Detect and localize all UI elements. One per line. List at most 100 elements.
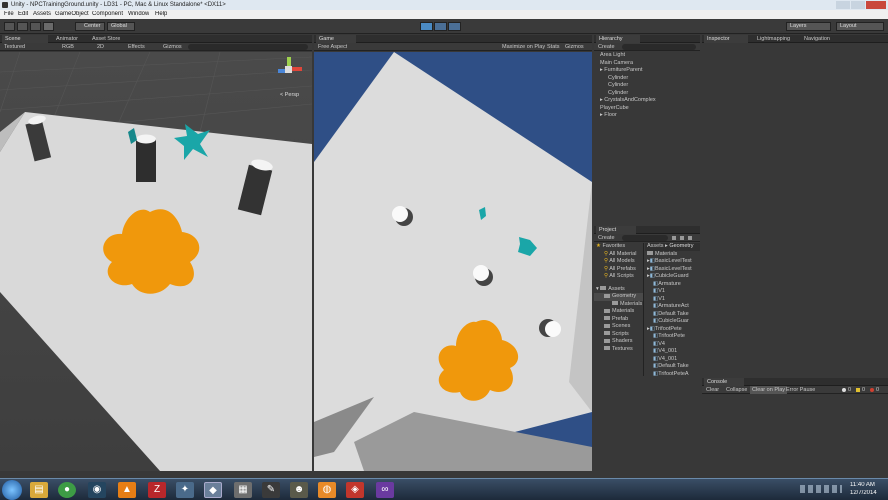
tray-icons[interactable] — [800, 485, 842, 493]
menu-assets[interactable]: Assets — [33, 11, 51, 17]
project-file-item[interactable]: ◧V1 — [645, 288, 700, 296]
scale-tool-button[interactable] — [43, 22, 54, 31]
hierarchy-item[interactable]: ▸ Floor — [594, 112, 700, 120]
project-file-item[interactable]: ▸◧CubicleGuard — [645, 273, 700, 281]
asset-folder-item[interactable]: Shaders — [594, 338, 643, 346]
steam-icon[interactable]: ◉ — [88, 482, 106, 498]
project-file-item[interactable]: Materials — [645, 251, 700, 259]
project-file-item[interactable]: ◧V4 — [645, 341, 700, 349]
tab-hierarchy[interactable]: Hierarchy — [596, 35, 640, 43]
favorites-header[interactable]: ★ Favorites — [594, 243, 643, 251]
menu-edit[interactable]: Edit — [18, 11, 28, 17]
git-icon[interactable]: ◈ — [346, 482, 364, 498]
pivot-center-button[interactable]: Center — [75, 22, 105, 31]
menu-help[interactable]: Help — [155, 11, 167, 17]
maximize-button[interactable] — [851, 1, 865, 9]
persp-label[interactable]: < Persp — [280, 92, 299, 98]
scene-search-field[interactable] — [188, 44, 308, 50]
pause-button[interactable] — [434, 22, 447, 31]
project-file-item[interactable]: ◧CubicleGuar — [645, 318, 700, 326]
effects-dropdown[interactable]: Effects — [128, 44, 145, 50]
maximize-on-play-toggle[interactable]: Maximize on Play — [502, 44, 545, 50]
project-file-item[interactable]: ◧V4_001 — [645, 356, 700, 364]
hierarchy-item[interactable]: ▸ CrystalsAndComplex — [594, 97, 700, 105]
close-button[interactable] — [866, 1, 886, 9]
layers-dropdown[interactable]: Layers — [786, 22, 831, 31]
2d-toggle[interactable]: 2D — [97, 44, 104, 50]
hierarchy-search-field[interactable] — [622, 44, 696, 50]
breadcrumb-geometry[interactable]: Geometry — [669, 243, 693, 249]
project-file-item[interactable]: ▸◧TrifootPete — [645, 326, 700, 334]
menu-gameobject[interactable]: GameObject — [55, 11, 89, 17]
project-file-item[interactable]: ◧V1 — [645, 296, 700, 304]
asset-folder-item[interactable]: Materials — [594, 301, 643, 309]
tab-inspector[interactable]: Inspector — [704, 35, 748, 43]
info-count[interactable]: 0 — [848, 387, 851, 393]
tab-game[interactable]: Game — [316, 35, 356, 43]
scene-gizmos-dropdown[interactable]: Gizmos — [163, 44, 182, 50]
console-clear-button[interactable]: Clear — [706, 387, 719, 393]
warning-count[interactable]: 0 — [862, 387, 865, 393]
breadcrumb-assets[interactable]: Assets — [647, 243, 664, 249]
lock-icon[interactable] — [672, 236, 676, 240]
menu-component[interactable]: Component — [92, 11, 123, 17]
inkscape-icon[interactable]: ✎ — [262, 482, 280, 498]
favorite-item[interactable]: ⚲ All Models — [594, 258, 643, 266]
clock-date[interactable]: 12/7/2014 — [850, 490, 877, 496]
menu-window[interactable]: Window — [128, 11, 149, 17]
console-clear-on-play-button[interactable]: Clear on Play — [750, 386, 788, 394]
grid-app-icon[interactable]: ▦ — [234, 482, 252, 498]
project-file-item[interactable]: ◧Default Take — [645, 363, 700, 371]
clock-time[interactable]: 11:40 AM — [850, 482, 875, 488]
project-file-item[interactable]: ◧V4_001 — [645, 348, 700, 356]
asset-folder-item[interactable]: Scripts — [594, 331, 643, 339]
hierarchy-item[interactable]: Area Light — [594, 52, 700, 60]
game-gizmos-dropdown[interactable]: Gizmos — [565, 44, 584, 50]
tab-navigation[interactable]: Navigation — [804, 36, 830, 42]
vlc-icon[interactable]: ▲ — [118, 482, 136, 498]
filezilla-icon[interactable]: Z — [148, 482, 166, 498]
project-search-field[interactable] — [622, 235, 668, 241]
asset-folder-item[interactable]: Prefab — [594, 316, 643, 324]
step-button[interactable] — [448, 22, 461, 31]
explorer-icon[interactable]: ▤ — [30, 482, 48, 498]
asset-folder-item[interactable]: Scenes — [594, 323, 643, 331]
error-count[interactable]: 0 — [876, 387, 879, 393]
scene-orientation-gizmo[interactable] — [272, 57, 306, 87]
gimp-icon[interactable]: ☻ — [290, 482, 308, 498]
unity-taskbar-icon[interactable]: ◆ — [204, 482, 222, 498]
project-file-item[interactable]: ◧Armature — [645, 281, 700, 289]
project-file-item[interactable]: ▸◧BasicLevelTest — [645, 258, 700, 266]
favorite-item[interactable]: ⚲ All Scripts — [594, 273, 643, 281]
menu-file[interactable]: File — [4, 11, 14, 17]
layout-dropdown[interactable]: Layout — [836, 22, 884, 31]
favorite-item[interactable]: ⚲ All Material — [594, 251, 643, 259]
stats-toggle[interactable]: Stats — [547, 44, 560, 50]
global-local-button[interactable]: Global — [107, 22, 135, 31]
hierarchy-item[interactable]: Main Camera — [594, 60, 700, 68]
hierarchy-item[interactable]: Cylinder — [594, 90, 700, 98]
start-button-icon[interactable] — [2, 480, 22, 500]
hierarchy-item[interactable]: PlayerCube — [594, 105, 700, 113]
visual-studio-icon[interactable]: ∞ — [376, 482, 394, 498]
filter-label-icon[interactable] — [688, 236, 692, 240]
scene-viewport[interactable]: < Persp — [0, 52, 312, 471]
chrome-icon[interactable]: ● — [58, 482, 76, 498]
tab-scene[interactable]: Scene — [2, 35, 48, 43]
shading-mode-dropdown[interactable]: Textured — [4, 44, 25, 50]
aspect-dropdown[interactable]: Free Aspect — [318, 44, 347, 50]
tab-lightmapping[interactable]: Lightmapping — [757, 36, 790, 42]
move-tool-button[interactable] — [17, 22, 28, 31]
rotate-tool-button[interactable] — [30, 22, 41, 31]
project-create-dropdown[interactable]: Create — [598, 235, 615, 241]
tab-animator[interactable]: Animator — [56, 36, 78, 42]
hand-tool-button[interactable] — [4, 22, 15, 31]
hierarchy-item[interactable]: Cylinder — [594, 75, 700, 83]
tab-console[interactable]: Console — [704, 378, 744, 386]
game-viewport[interactable] — [314, 52, 592, 471]
assets-header[interactable]: ▾ Assets — [594, 286, 643, 294]
project-file-item[interactable]: ▸◧BasicLevelTest — [645, 266, 700, 274]
project-file-item[interactable]: ◧ArmatureAct — [645, 303, 700, 311]
render-mode-dropdown[interactable]: RGB — [62, 44, 74, 50]
tab-asset-store[interactable]: Asset Store — [92, 36, 120, 42]
